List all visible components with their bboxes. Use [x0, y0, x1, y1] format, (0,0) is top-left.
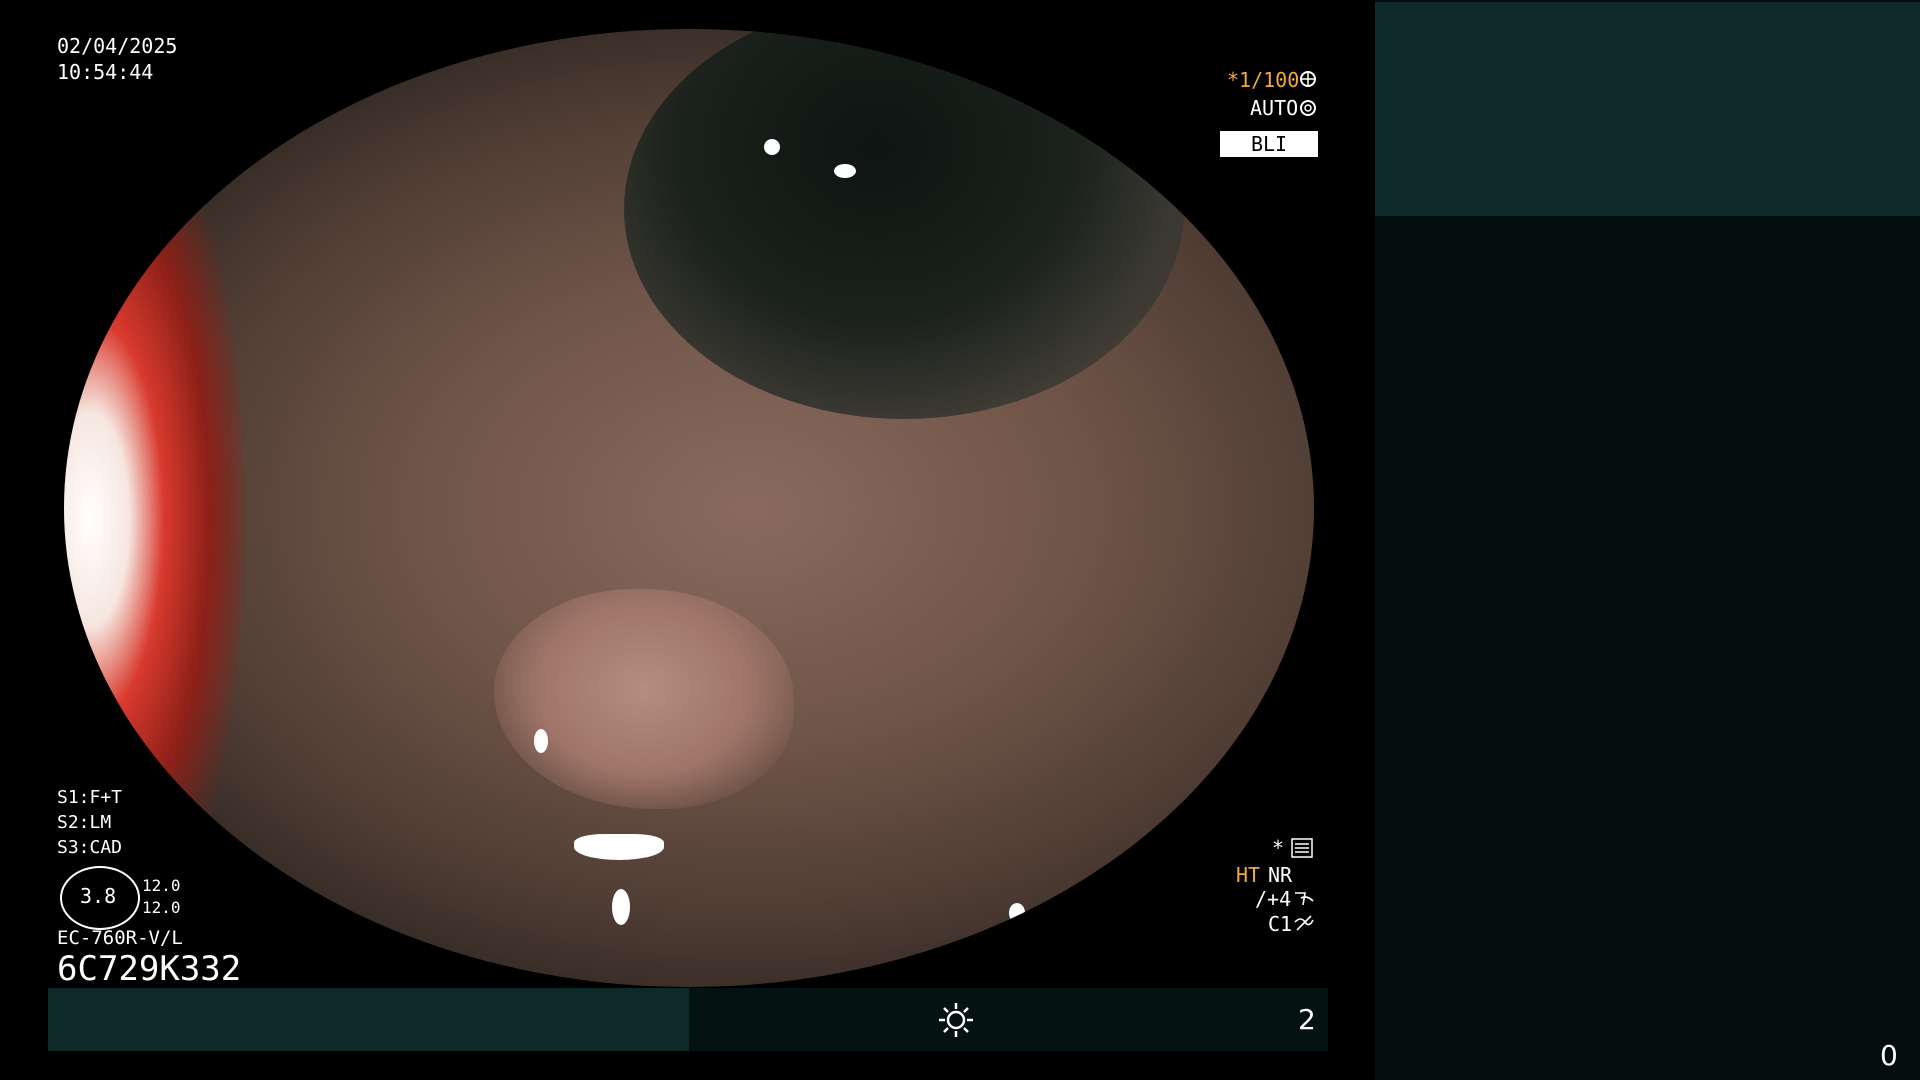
specular-highlight: [1164, 874, 1174, 898]
bottom-counter: 2: [1298, 1003, 1316, 1036]
side-panel: 0: [1375, 0, 1920, 1080]
polyp-lesion: [494, 589, 794, 809]
scope-model-text: EC-760R-V/L: [57, 927, 183, 949]
specular-highlight: [612, 889, 630, 925]
iris-mode-text: AUTO: [1250, 96, 1299, 120]
nr-label: NR: [1268, 863, 1293, 887]
structure-text: /+4: [1255, 887, 1292, 911]
shutter-icon: [1300, 71, 1316, 87]
color-text: C1: [1268, 912, 1293, 936]
menu-icon: [1291, 838, 1313, 858]
specular-highlight: [534, 729, 548, 753]
switch-s3-text: S3:CAD: [57, 837, 123, 858]
status-bar: 2: [48, 988, 1328, 1051]
magnification-text: 3.8: [80, 884, 117, 908]
structure-icon: [1295, 892, 1314, 906]
status-bar-fill: [48, 988, 689, 1051]
switch-s1-text: S1:F+T: [57, 787, 123, 808]
lumen: [624, 29, 1184, 419]
mode-badge: BLI: [1220, 131, 1318, 157]
time-text: 10:54:44: [57, 60, 154, 84]
specular-highlight: [1009, 903, 1025, 923]
endoscopic-view: [64, 29, 1314, 987]
switch-s2-text: S2:LM: [57, 812, 112, 833]
mag-value-1: 12.0: [142, 876, 181, 895]
specular-highlight: [834, 164, 856, 178]
mag-value-2: 12.0: [142, 898, 181, 917]
date-text: 02/04/2025: [57, 34, 178, 58]
specular-highlight: [764, 139, 780, 155]
iris-icon: [1300, 100, 1316, 116]
side-counter: 0: [1880, 1039, 1898, 1072]
ht-label: HT: [1236, 863, 1261, 887]
side-panel-header: [1375, 2, 1920, 216]
shutter-text: *1/100: [1227, 68, 1300, 92]
brightness-icon: [939, 1003, 973, 1037]
specular-highlight: [574, 834, 664, 860]
enhance-star-text: *: [1272, 836, 1285, 860]
scope-serial-text: 6C729K332: [57, 949, 242, 989]
color-icon: [1294, 915, 1314, 931]
